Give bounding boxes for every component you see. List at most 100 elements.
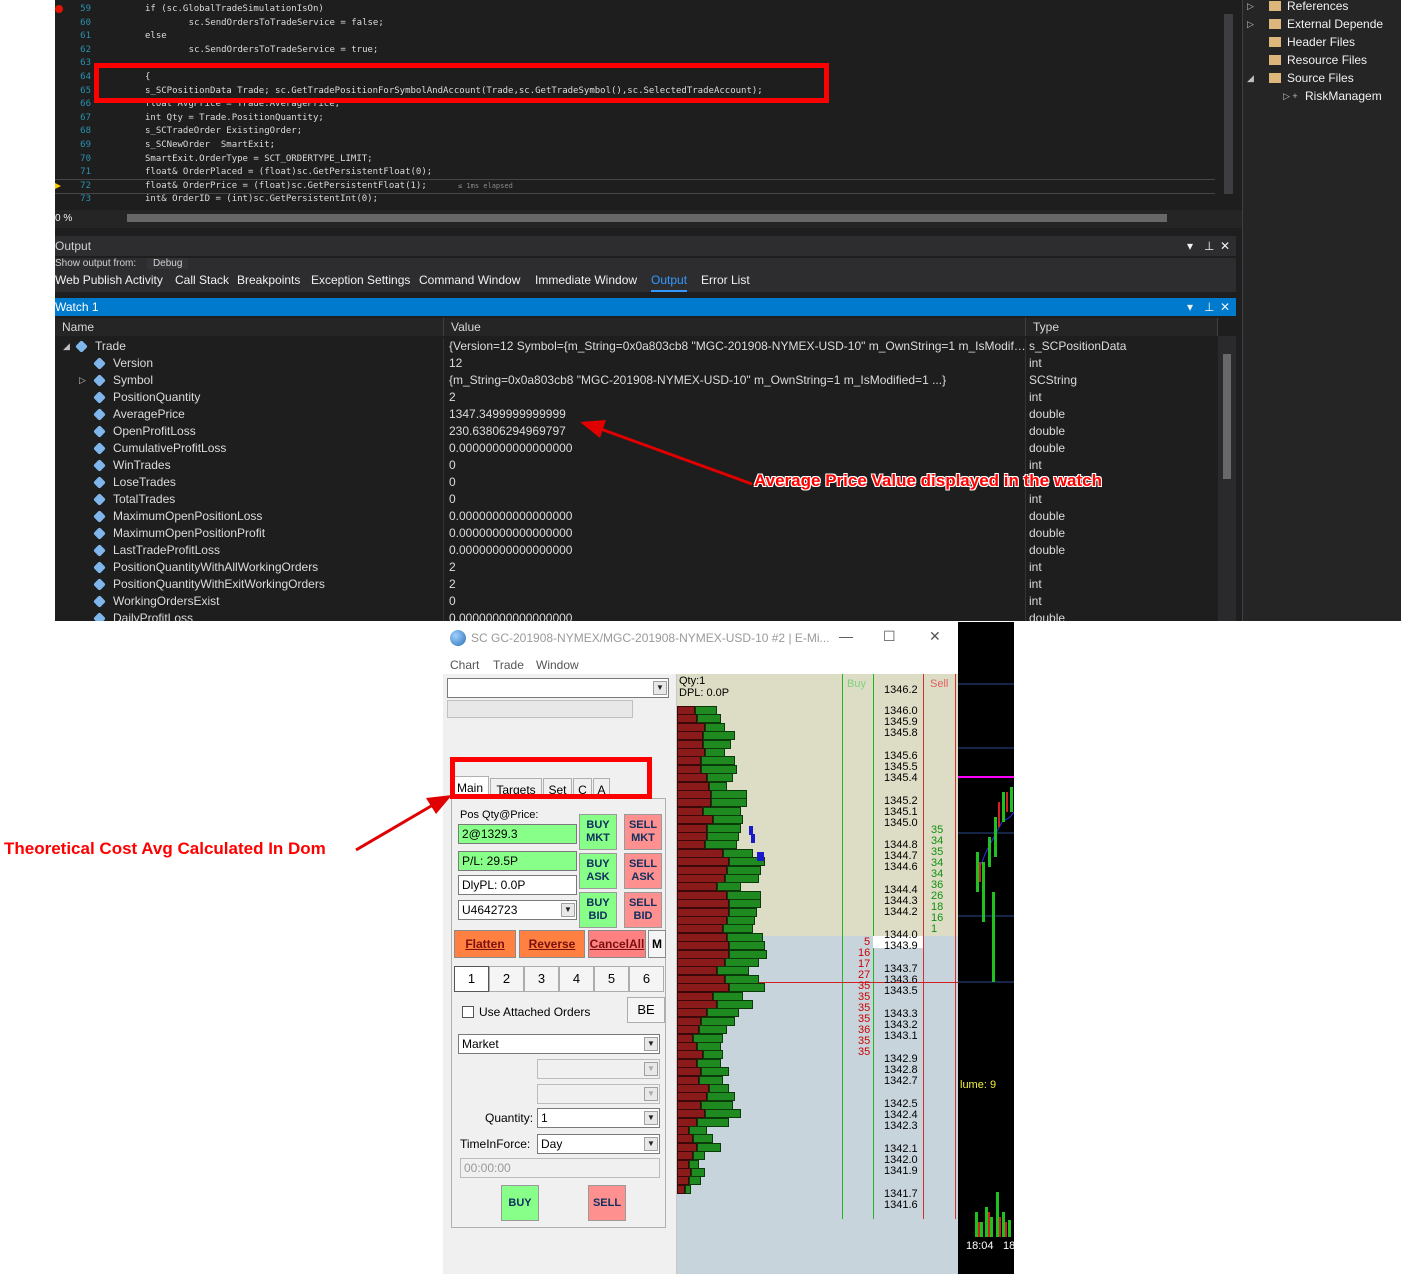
tool-tab[interactable]: Immediate Window: [535, 270, 637, 292]
watch-row[interactable]: Version 12 int: [55, 355, 1218, 372]
menu-item[interactable]: Chart: [450, 658, 479, 672]
watch-row[interactable]: ▷ Symbol {m_String=0x0a803cb8 "MGC-201908-…: [55, 372, 1218, 389]
qty-preset-button[interactable]: 3: [524, 966, 559, 992]
solution-tree-item[interactable]: ◢ Source Files: [1247, 69, 1354, 87]
price-level[interactable]: 1345.8: [884, 728, 918, 739]
qty-preset-button[interactable]: 4: [559, 966, 594, 992]
watch-value[interactable]: 0: [449, 491, 1027, 508]
pin-icon[interactable]: ⊥: [1204, 298, 1214, 316]
watch-value[interactable]: 2: [449, 559, 1027, 576]
qty-preset-button[interactable]: 2: [489, 966, 524, 992]
expander-icon[interactable]: ▷: [79, 372, 86, 389]
code-line[interactable]: 72 float& OrderPrice = (float)sc.GetPersi…: [55, 178, 1216, 195]
code-editor[interactable]: 59 if (sc.GlobalTradeSimulationIsOn) 60 sc…: [55, 0, 1242, 210]
watch-value[interactable]: {m_String=0x0a803cb8 "MGC-201908-NYMEX-U…: [449, 372, 1027, 389]
watch-value[interactable]: 0.00000000000000000: [449, 508, 1027, 525]
watch-row[interactable]: ◢ Trade {Version=12 Symbol={m_String=0x0a8…: [55, 338, 1218, 355]
watch-value[interactable]: 2: [449, 389, 1027, 406]
minimize-icon[interactable]: —: [839, 628, 853, 644]
cancel-all-button[interactable]: CancelAll: [588, 930, 646, 958]
tool-tab[interactable]: Call Stack: [175, 270, 229, 292]
qty-preset-button[interactable]: 1: [454, 966, 489, 992]
watch-value[interactable]: 0.00000000000000000: [449, 610, 1027, 621]
price-level[interactable]: 1341.9: [884, 1166, 918, 1177]
tool-tab[interactable]: Error List: [701, 270, 750, 292]
close-icon[interactable]: ✕: [929, 628, 941, 645]
tool-tab[interactable]: Output: [651, 270, 688, 292]
time-in-force-select[interactable]: Day ▼: [537, 1134, 660, 1154]
price-level[interactable]: 1342.3: [884, 1121, 918, 1132]
reverse-button[interactable]: Reverse: [519, 930, 585, 958]
buy-bid-button[interactable]: BUY BID: [579, 892, 617, 928]
expander-icon[interactable]: ◢: [63, 338, 70, 355]
use-attached-orders-checkbox[interactable]: [462, 1006, 474, 1018]
watch-row[interactable]: MaximumOpenPositionLoss 0.000000000000000…: [55, 508, 1218, 525]
watch-row[interactable]: CumulativeProfitLoss 0.00000000000000000 d…: [55, 440, 1218, 457]
watch-row[interactable]: OpenProfitLoss 230.63806294969797 double: [55, 423, 1218, 440]
watch-value[interactable]: 12: [449, 355, 1027, 372]
watch-row[interactable]: PositionQuantityWithExitWorkingOrders 2 in…: [55, 576, 1218, 593]
flatten-button[interactable]: Flatten: [454, 930, 516, 958]
column-header-value[interactable]: Value: [444, 318, 1026, 336]
expander-icon[interactable]: ▷: [1247, 15, 1254, 33]
code-line[interactable]: 68 s_SCTradeOrder ExistingOrder;: [55, 125, 1215, 139]
price-level[interactable]: 1343.1: [884, 1031, 918, 1042]
watch-row[interactable]: PositionQuantity 2 int: [55, 389, 1218, 406]
expander-icon[interactable]: ▷: [1247, 0, 1254, 15]
watch-vertical-scrollbar[interactable]: [1218, 336, 1236, 621]
solution-tree-item[interactable]: Resource Files: [1269, 51, 1367, 69]
watch-row[interactable]: PositionQuantityWithAllWorkingOrders 2 int: [55, 559, 1218, 576]
solution-tree-item[interactable]: ▷ References: [1247, 0, 1348, 15]
tool-tab[interactable]: Command Window: [419, 270, 520, 292]
price-level[interactable]: 1343.9: [884, 941, 918, 952]
tool-tab[interactable]: Exception Settings: [311, 270, 410, 292]
price-level[interactable]: 1344.6: [884, 862, 918, 873]
code-line[interactable]: 59 if (sc.GlobalTradeSimulationIsOn): [55, 3, 1215, 17]
price1-select[interactable]: ▼: [537, 1059, 660, 1079]
watch-row[interactable]: WorkingOrdersExist 0 int: [55, 593, 1218, 610]
price-chart[interactable]: lume: 9 18:04 18: [958, 622, 1014, 1274]
solution-tree-item[interactable]: Header Files: [1269, 33, 1355, 51]
column-header-name[interactable]: Name: [55, 318, 444, 336]
watch-row[interactable]: DailyProfitLoss 0.00000000000000000 double: [55, 610, 1218, 621]
price-level[interactable]: 1345.0: [884, 818, 918, 829]
output-source-select[interactable]: Debug: [146, 258, 189, 269]
buy-ask-button[interactable]: BUY ASK: [579, 853, 617, 889]
qty-preset-button[interactable]: 5: [594, 966, 629, 992]
tool-tab[interactable]: Web Publish Activity: [55, 270, 163, 292]
watch-value[interactable]: 1347.3499999999999: [449, 406, 1027, 423]
watch-value[interactable]: {Version=12 Symbol={m_String=0x0a803cb8 …: [449, 338, 1027, 355]
code-line[interactable]: 70 SmartExit.OrderType = SCT_ORDERTYPE_LI…: [55, 153, 1215, 167]
watch-row[interactable]: LastTradeProfitLoss 0.00000000000000000 do…: [55, 542, 1218, 559]
editor-horizontal-scrollbar[interactable]: [127, 214, 1167, 222]
price-level[interactable]: 1341.6: [884, 1200, 918, 1211]
code-line[interactable]: 71 float& OrderPlaced = (float)sc.GetPers…: [55, 166, 1215, 180]
price2-select[interactable]: ▼: [537, 1084, 660, 1104]
watch-value[interactable]: 0.00000000000000000: [449, 440, 1027, 457]
menu-item[interactable]: Trade: [493, 658, 524, 672]
watch-value[interactable]: 0: [449, 593, 1027, 610]
dropdown-icon[interactable]: ▾: [1187, 298, 1193, 316]
buy-market-button[interactable]: BUY MKT: [579, 814, 617, 850]
watch-value[interactable]: 0.00000000000000000: [449, 542, 1027, 559]
sell-market-button[interactable]: SELL MKT: [624, 814, 662, 850]
price-level[interactable]: 1346.2: [884, 685, 918, 696]
code-line[interactable]: 60 sc.SendOrdersToTradeService = false;: [55, 17, 1215, 31]
close-icon[interactable]: ✕: [1220, 298, 1230, 316]
maximize-icon[interactable]: ☐: [883, 628, 896, 645]
sell-bid-button[interactable]: SELL BID: [624, 892, 662, 928]
price-level[interactable]: 1345.4: [884, 773, 918, 784]
column-header-type[interactable]: Type: [1026, 318, 1218, 336]
buy-button[interactable]: BUY: [501, 1185, 539, 1221]
watch-value[interactable]: 2: [449, 576, 1027, 593]
solution-tree-item[interactable]: ▷ + RiskManagem: [1283, 87, 1382, 105]
solution-tree-item[interactable]: ▷ External Depende: [1247, 15, 1383, 33]
editor-vertical-scrollbar[interactable]: [1215, 0, 1242, 210]
depth-of-market-ladder[interactable]: 1346.2 1346.0 1345.9 1345.8 1345.6 1345.5 1345…: [677, 674, 958, 1274]
sell-ask-button[interactable]: SELL ASK: [624, 853, 662, 889]
be-button[interactable]: BE: [627, 997, 665, 1023]
price-level[interactable]: 1343.5: [884, 986, 918, 997]
dropdown-icon[interactable]: ▾: [1187, 236, 1193, 256]
watch-value[interactable]: 230.63806294969797: [449, 423, 1027, 440]
code-line[interactable]: 61 else: [55, 30, 1215, 44]
